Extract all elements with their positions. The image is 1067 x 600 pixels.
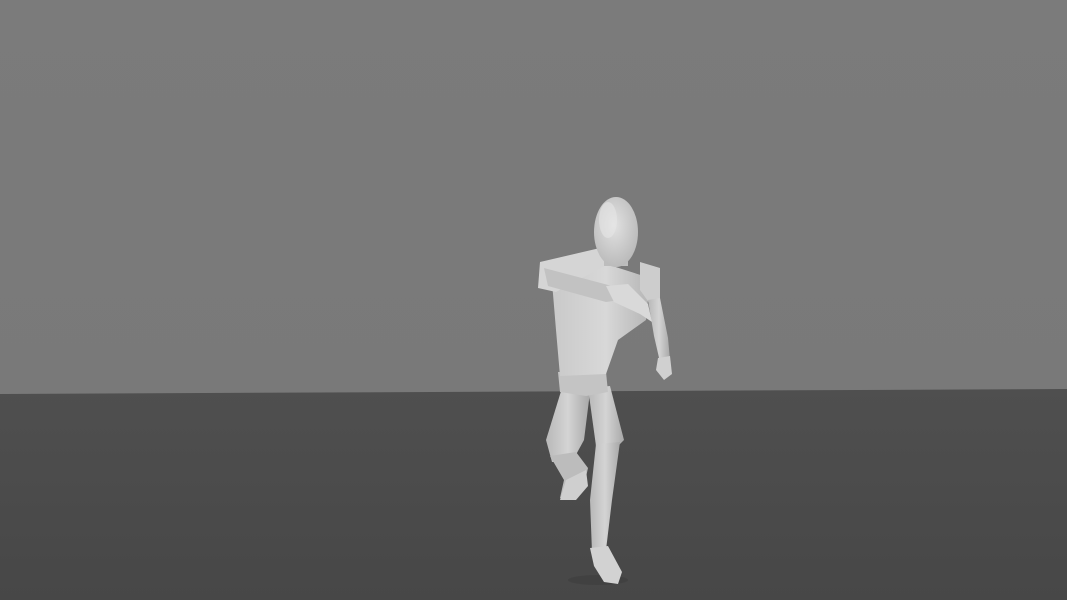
head-highlight bbox=[599, 202, 617, 238]
mannequin-figure bbox=[538, 197, 672, 585]
back-leg bbox=[546, 388, 590, 500]
head bbox=[594, 197, 638, 267]
render-viewport bbox=[0, 0, 1067, 600]
front-leg bbox=[588, 386, 624, 584]
right-arm bbox=[640, 262, 672, 380]
